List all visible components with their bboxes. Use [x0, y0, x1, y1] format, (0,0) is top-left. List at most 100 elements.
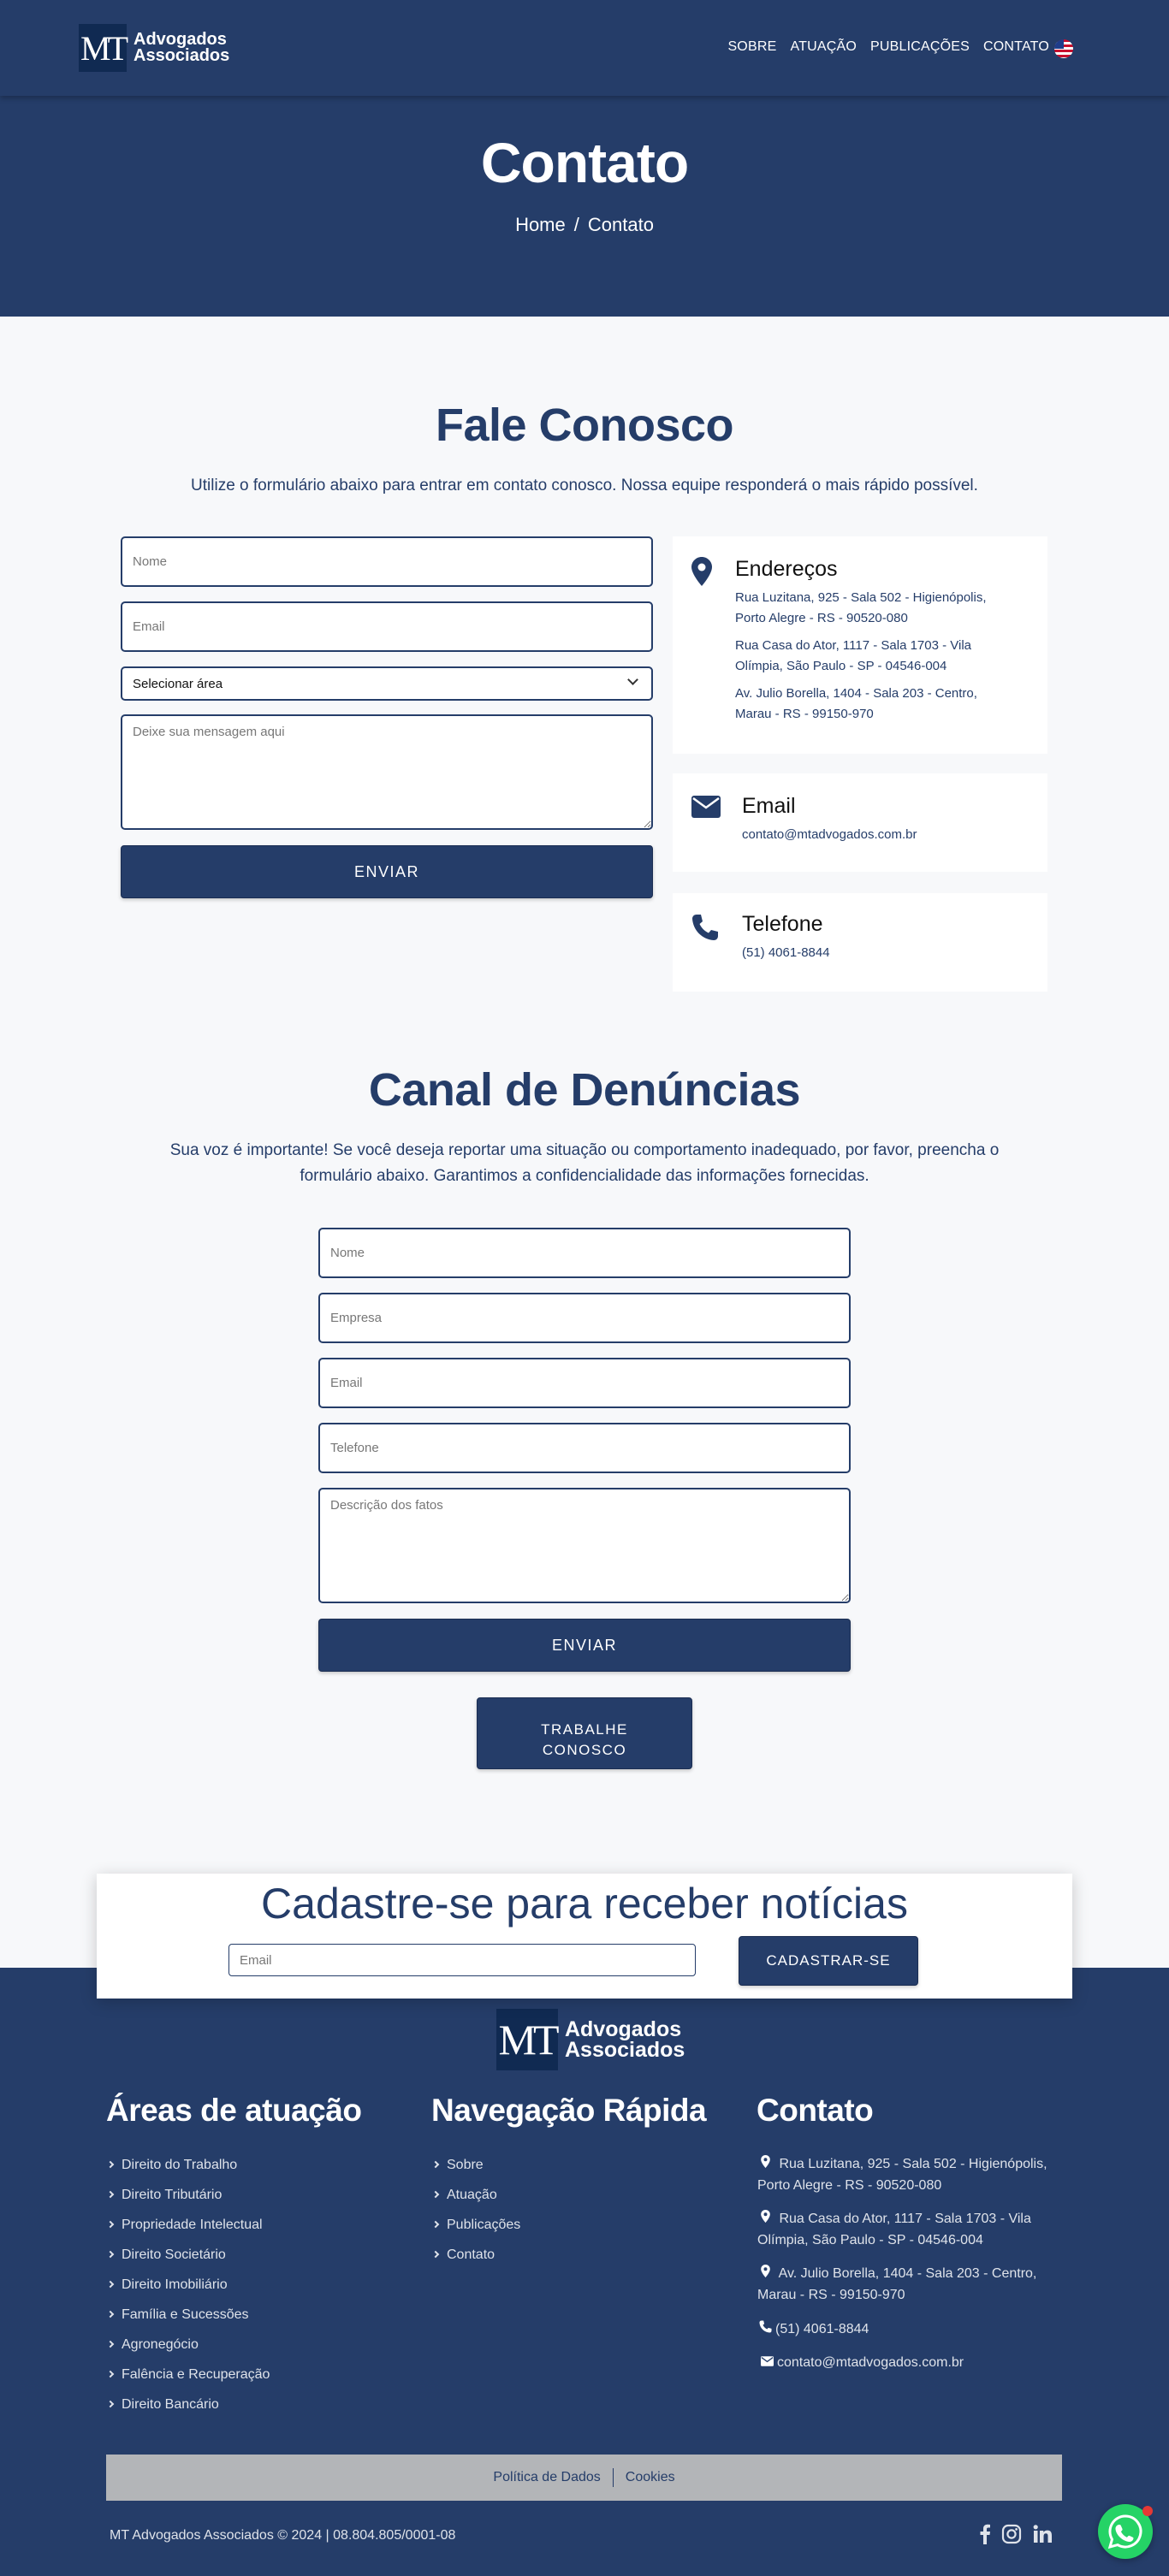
newsletter-email-input[interactable]: [228, 1944, 696, 1976]
footer-nav-label: Contato: [447, 2247, 495, 2262]
address-line: Av. Julio Borella, 1404 - Sala 203 - Cen…: [735, 686, 977, 701]
footer-logo-mark: MT: [496, 2009, 560, 2070]
footer-area-label: Agronegócio: [122, 2337, 199, 2352]
footer-address-line: Rua Casa do Ator, 1117 - Sala 1703 - Vil…: [779, 2212, 1031, 2226]
careers-button[interactable]: TRABALHE CONOSCO: [477, 1697, 692, 1769]
site-header: MT Advogados Associados SOBRE ATUAÇÃO PU…: [0, 0, 1169, 96]
chevron-right-icon: [106, 2190, 115, 2199]
nav-contato[interactable]: CONTATO: [983, 39, 1049, 55]
contact-area-select[interactable]: Selecionar área: [121, 666, 653, 701]
footer-area-link[interactable]: Direito Tributário: [106, 2188, 223, 2203]
complaint-email-input[interactable]: [318, 1358, 851, 1408]
newsletter-card: Cadastre-se para receber notícias CADAST…: [97, 1874, 1072, 1999]
complaints-title: Canal de Denúncias: [368, 1064, 801, 1116]
footer-area-link[interactable]: Direito Bancário: [106, 2397, 219, 2413]
address-line: Rua Casa do Ator, 1117 - Sala 1703 - Vil…: [735, 638, 972, 653]
footer-area-link[interactable]: Família e Sucessões: [106, 2307, 249, 2323]
complaint-phone-input[interactable]: [318, 1423, 851, 1473]
footer-logo[interactable]: MT Advogados Associados: [496, 2009, 685, 2070]
complaint-company-input[interactable]: [318, 1293, 851, 1343]
footer-area-link[interactable]: Falência e Recuperação: [106, 2367, 270, 2383]
footer-nav-link[interactable]: Contato: [431, 2247, 495, 2263]
instagram-icon[interactable]: [1001, 2524, 1022, 2544]
contact-submit-button[interactable]: ENVIAR: [121, 845, 653, 898]
phone-icon: [692, 915, 718, 940]
map-pin-icon: [761, 2265, 770, 2277]
footer-logo-line-1: Advogados: [565, 2017, 682, 2041]
nav-sobre[interactable]: SOBRE: [727, 39, 776, 55]
main-nav: SOBRE ATUAÇÃO PUBLICAÇÕES CONTATO: [727, 39, 1049, 55]
footer-area-link[interactable]: Direito do Trabalho: [106, 2158, 237, 2173]
footer-address-line: Porto Alegre - RS - 90520-080: [757, 2178, 942, 2193]
complaint-description-textarea[interactable]: [318, 1488, 851, 1603]
footer-area-label: Propriedade Intelectual: [122, 2218, 263, 2232]
footer-area-label: Direito Tributário: [122, 2188, 223, 2202]
footer-area-link[interactable]: Propriedade Intelectual: [106, 2218, 263, 2233]
us-flag-icon[interactable]: [1054, 39, 1073, 58]
footer-area-label: Direito Bancário: [122, 2397, 219, 2412]
footer-address-line: Marau - RS - 99150-970: [757, 2288, 905, 2302]
footer-phone-text: (51) 4061-8844: [775, 2322, 869, 2336]
nav-publicacoes[interactable]: PUBLICAÇÕES: [870, 39, 970, 55]
footer-area-label: Direito Societário: [122, 2247, 226, 2262]
breadcrumb-home[interactable]: Home: [515, 214, 566, 235]
cookies-link[interactable]: Cookies: [626, 2470, 675, 2485]
footer-email-text: contato@mtadvogados.com.br: [777, 2355, 964, 2370]
footer-address-line: Rua Luzitana, 925 - Sala 502 - Higienópo…: [779, 2157, 1047, 2171]
phone-title: Telefone: [742, 912, 823, 936]
footer-area-link[interactable]: Agronegócio: [106, 2337, 199, 2353]
notification-dot: [1142, 2506, 1153, 2516]
email-value[interactable]: contato@mtadvogados.com.br: [742, 825, 917, 845]
footer-area-label: Família e Sucessões: [122, 2307, 249, 2322]
page-title: Contato: [480, 131, 689, 194]
phone-value[interactable]: (51) 4061-8844: [742, 943, 830, 963]
contact-email-input[interactable]: [121, 601, 653, 652]
map-pin-icon: [691, 557, 712, 586]
privacy-policy-link[interactable]: Política de Dados: [493, 2470, 600, 2485]
email-title: Email: [742, 794, 796, 818]
copyright-text: MT Advogados Associados © 2024 | 08.804.…: [110, 2528, 456, 2543]
footer-address: Av. Julio Borella, 1404 - Sala 203 - Cen…: [757, 2263, 1065, 2306]
chevron-right-icon: [106, 2310, 115, 2318]
footer-nav-label: Sobre: [447, 2158, 484, 2172]
complaint-name-input[interactable]: [318, 1228, 851, 1278]
chevron-right-icon: [106, 2280, 115, 2289]
social-links: [979, 2524, 1053, 2544]
footer-email[interactable]: contato@mtadvogados.com.br: [761, 2352, 964, 2373]
chevron-right-icon: [106, 2340, 115, 2348]
complaint-submit-button[interactable]: ENVIAR: [318, 1619, 851, 1672]
site-logo[interactable]: MT Advogados Associados: [79, 24, 229, 72]
contact-name-input[interactable]: [121, 536, 653, 587]
chevron-right-icon: [431, 2160, 440, 2169]
footer-nav-label: Publicações: [447, 2218, 521, 2232]
complaints-subtitle-line-2: formulário abaixo. Garantimos a confiden…: [300, 1167, 869, 1185]
careers-label-line-1: TRABALHE: [541, 1721, 628, 1738]
phone-card: Telefone (51) 4061-8844: [673, 893, 1047, 992]
envelope-icon: [691, 796, 721, 818]
breadcrumb: Home / Contato: [0, 214, 1169, 236]
addresses-card: Endereços Rua Luzitana, 925 - Sala 502 -…: [673, 536, 1047, 754]
breadcrumb-separator: /: [573, 214, 579, 235]
footer-phone[interactable]: (51) 4061-8844: [759, 2318, 869, 2340]
logo-mark: MT: [79, 24, 128, 72]
footer-address: Rua Luzitana, 925 - Sala 502 - Higienópo…: [757, 2153, 1065, 2196]
complaints-subtitle-line-1: Sua voz é importante! Se você deseja rep…: [169, 1141, 1000, 1159]
legal-divider: [612, 2468, 614, 2487]
chevron-right-icon: [431, 2190, 440, 2199]
whatsapp-button[interactable]: [1098, 2504, 1153, 2559]
linkedin-icon[interactable]: [1032, 2524, 1053, 2544]
footer-area-link[interactable]: Direito Imobiliário: [106, 2277, 228, 2293]
contact-message-textarea[interactable]: [121, 714, 653, 830]
chevron-right-icon: [106, 2370, 115, 2378]
facebook-icon[interactable]: [979, 2524, 991, 2544]
footer-nav-link[interactable]: Atuação: [431, 2188, 497, 2203]
footer-nav-link[interactable]: Sobre: [431, 2158, 484, 2173]
footer-nav-link[interactable]: Publicações: [431, 2218, 521, 2233]
footer-logo-line-2: Associados: [565, 2038, 685, 2062]
address-line: Olímpia, São Paulo - SP - 04546-004: [735, 659, 947, 673]
nav-atuacao[interactable]: ATUAÇÃO: [790, 39, 857, 55]
address-line: Marau - RS - 99150-970: [735, 707, 874, 721]
chevron-right-icon: [106, 2160, 115, 2169]
footer-area-link[interactable]: Direito Societário: [106, 2247, 226, 2263]
newsletter-subscribe-button[interactable]: CADASTRAR-SE: [739, 1936, 918, 1986]
